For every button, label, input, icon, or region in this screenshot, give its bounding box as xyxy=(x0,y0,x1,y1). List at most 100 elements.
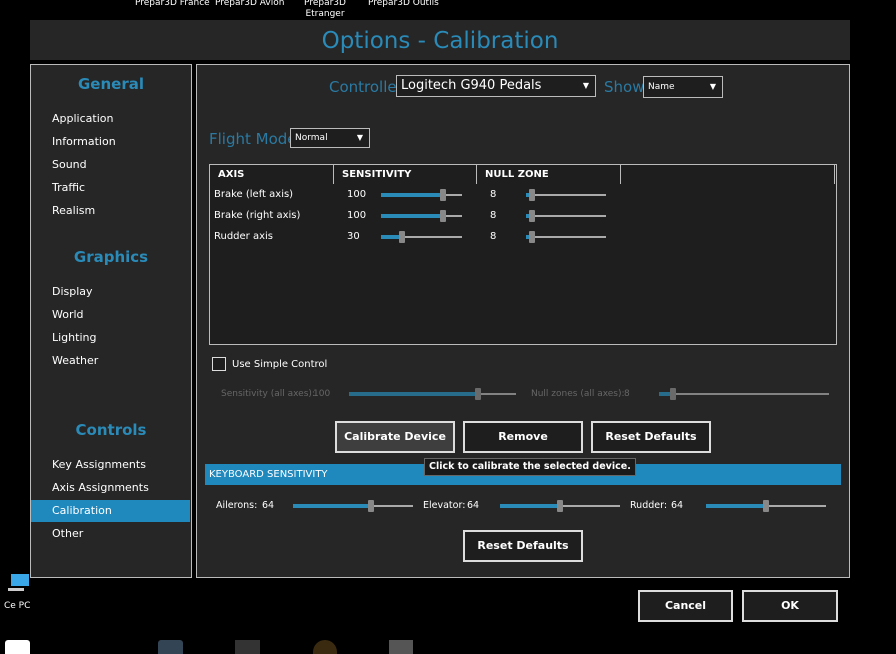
controller-label: Controller xyxy=(329,78,403,96)
desktop-icon-label[interactable]: Prepar3D Etranger xyxy=(302,0,348,20)
slider-thumb[interactable] xyxy=(399,231,406,243)
chevron-down-icon: ▼ xyxy=(356,133,363,142)
sidebar-item-lighting[interactable]: Lighting xyxy=(31,327,190,349)
slider-thumb[interactable] xyxy=(529,231,536,243)
keyboard-reset-defaults-button[interactable]: Reset Defaults xyxy=(463,530,583,562)
sensitivity-slider[interactable] xyxy=(381,231,462,243)
sidebar-item-display[interactable]: Display xyxy=(31,281,190,303)
sidebar: General Application Information Sound Traffi… xyxy=(30,64,192,578)
chevron-down-icon: ▼ xyxy=(709,82,716,91)
slider-track xyxy=(526,215,606,217)
slider-thumb[interactable] xyxy=(763,500,769,512)
sidebar-group-title: Controls xyxy=(75,421,147,439)
simple-control-label: Use Simple Control xyxy=(232,359,328,370)
computer-icon[interactable] xyxy=(8,574,30,592)
slider-track xyxy=(659,393,829,395)
app-icon[interactable] xyxy=(313,640,337,654)
keyboard-value: 64 xyxy=(262,500,275,511)
simple-control-checkbox[interactable] xyxy=(212,357,226,371)
sidebar-item-application[interactable]: Application xyxy=(31,108,190,130)
app-icon[interactable] xyxy=(389,640,413,654)
axis-name: Brake (right axis) xyxy=(214,210,301,221)
null-zone-slider[interactable] xyxy=(526,210,606,222)
remove-calibration-button[interactable]: Remove Calibration xyxy=(463,421,583,471)
tooltip: Click to calibrate the selected device. xyxy=(424,458,636,476)
slider-thumb[interactable] xyxy=(474,388,481,400)
slider-fill xyxy=(293,504,371,508)
keyboard-label: Elevator: xyxy=(423,500,466,511)
ok-button[interactable]: OK xyxy=(742,590,838,622)
axis-table: AXIS SENSITIVITY NULL ZONE Brake (left a… xyxy=(209,164,837,345)
sensitivity-value: 30 xyxy=(347,231,360,242)
slider-thumb[interactable] xyxy=(368,500,374,512)
controller-value: Logitech G940 Pedals xyxy=(401,78,542,93)
keyboard-slider-elevator[interactable] xyxy=(500,500,620,512)
slider-thumb[interactable] xyxy=(557,500,563,512)
table-row: Brake (left axis) 100 8 xyxy=(210,185,836,206)
sidebar-item-information[interactable]: Information xyxy=(31,131,190,153)
desktop-icon-label[interactable]: Prepar3D France xyxy=(135,0,210,9)
keyboard-value: 64 xyxy=(467,500,480,511)
desktop-icon-label[interactable]: Prepar3D Outils xyxy=(368,0,439,9)
column-header-empty xyxy=(621,165,835,184)
slider-thumb[interactable] xyxy=(529,210,536,222)
slider-fill xyxy=(500,504,560,508)
keyboard-label: Rudder: xyxy=(630,500,668,511)
sensitivity-value: 100 xyxy=(347,189,367,200)
all-sensitivity-slider[interactable] xyxy=(349,388,516,400)
keyboard-slider-ailerons[interactable] xyxy=(293,500,413,512)
slider-fill xyxy=(381,193,444,197)
sensitivity-slider[interactable] xyxy=(381,189,462,201)
slider-thumb[interactable] xyxy=(440,210,447,222)
show-select[interactable]: Name ▼ xyxy=(643,76,723,98)
show-label: Show xyxy=(604,78,645,96)
desktop-icon-label[interactable]: Prepar3D Avion xyxy=(215,0,284,9)
dropbox-icon[interactable] xyxy=(5,640,30,654)
table-row: Rudder axis 30 8 xyxy=(210,227,836,248)
null-zone-value: 8 xyxy=(490,189,497,200)
all-null-zone-slider[interactable] xyxy=(659,388,829,400)
flight-mode-value: Normal xyxy=(295,133,328,143)
sidebar-item-key-assignments[interactable]: Key Assignments xyxy=(31,454,190,476)
column-header-axis[interactable]: AXIS xyxy=(210,165,334,184)
keyboard-label: Ailerons: xyxy=(216,500,258,511)
reset-defaults-button[interactable]: Reset Defaults xyxy=(591,421,711,453)
sidebar-item-traffic[interactable]: Traffic xyxy=(31,177,190,199)
axis-name: Rudder axis xyxy=(214,231,274,242)
sidebar-item-weather[interactable]: Weather xyxy=(31,350,190,372)
app-icon[interactable] xyxy=(158,640,183,654)
p3d-icon[interactable] xyxy=(235,640,260,654)
calibrate-device-button[interactable]: Calibrate Device xyxy=(335,421,455,453)
null-zone-slider[interactable] xyxy=(526,231,606,243)
all-null-zone-value: 8 xyxy=(624,389,630,399)
sidebar-item-sound[interactable]: Sound xyxy=(31,154,190,176)
sidebar-item-axis-assignments[interactable]: Axis Assignments xyxy=(31,477,190,499)
sidebar-group-title: Graphics xyxy=(73,248,149,266)
chevron-down-icon: ▼ xyxy=(582,81,589,90)
slider-thumb[interactable] xyxy=(669,388,676,400)
column-header-sensitivity[interactable]: SENSITIVITY xyxy=(334,165,477,184)
slider-track xyxy=(526,194,606,196)
flight-mode-select[interactable]: Normal ▼ xyxy=(290,128,370,148)
slider-track xyxy=(526,236,606,238)
sidebar-item-world[interactable]: World xyxy=(31,304,190,326)
slider-thumb[interactable] xyxy=(440,189,447,201)
slider-fill xyxy=(381,214,444,218)
desktop-icon-label[interactable]: Ce PC xyxy=(4,601,30,612)
all-null-zone-label: Null zones (all axes): xyxy=(531,389,625,399)
column-header-null-zone[interactable]: NULL ZONE xyxy=(477,165,621,184)
sidebar-item-calibration[interactable]: Calibration xyxy=(31,500,190,522)
null-zone-slider[interactable] xyxy=(526,189,606,201)
sensitivity-slider[interactable] xyxy=(381,210,462,222)
all-sensitivity-value: 100 xyxy=(313,389,331,399)
null-zone-value: 8 xyxy=(490,210,497,221)
slider-fill xyxy=(706,504,766,508)
null-zone-value: 8 xyxy=(490,231,497,242)
slider-thumb[interactable] xyxy=(529,189,536,201)
sidebar-item-realism[interactable]: Realism xyxy=(31,200,190,222)
keyboard-slider-rudder[interactable] xyxy=(706,500,826,512)
slider-fill xyxy=(349,392,478,396)
cancel-button[interactable]: Cancel xyxy=(638,590,733,622)
sidebar-item-other[interactable]: Other xyxy=(31,523,190,545)
controller-select[interactable]: Logitech G940 Pedals ▼ xyxy=(396,75,596,97)
